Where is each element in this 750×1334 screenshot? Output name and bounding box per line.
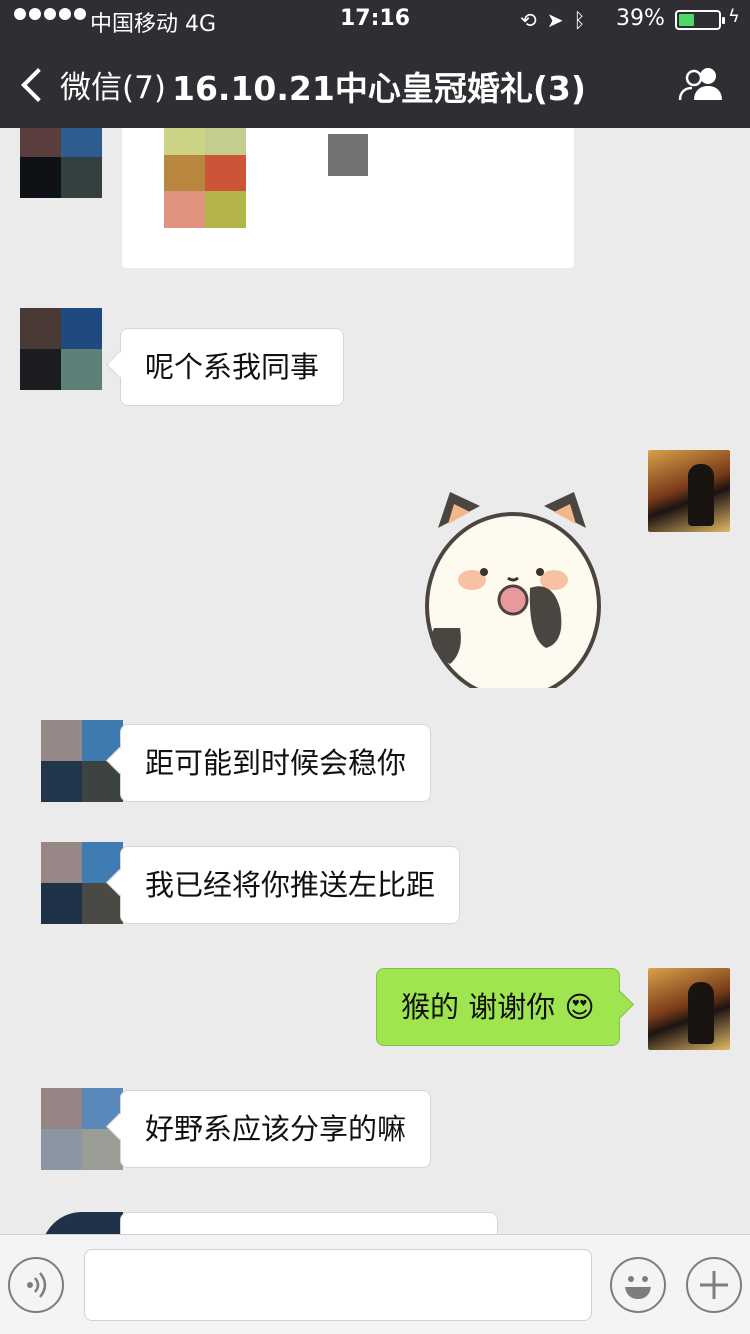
message-text: 猴的 谢谢你 xyxy=(401,990,556,1024)
my-avatar[interactable] xyxy=(648,968,730,1050)
message-input[interactable] xyxy=(84,1249,592,1321)
message-bubble-partial[interactable] xyxy=(120,1212,498,1234)
emoji-heart-eyes-icon: 😍 xyxy=(564,990,595,1024)
emoji-icon xyxy=(625,1276,651,1299)
add-button[interactable] xyxy=(686,1257,742,1313)
back-button[interactable]: 微信(7) xyxy=(18,62,166,107)
avatar[interactable] xyxy=(41,1212,123,1234)
status-bar: 中国移动 4G 17:16 ⟲ ➤ ᛒ 39% ϟ xyxy=(0,0,750,40)
message-bubble[interactable]: 好野系应该分享的嘛 xyxy=(120,1090,432,1168)
chat-area[interactable]: 呢个系我同事 距可能到时候会稳你 我已经将你推送左比距 猴的 谢谢你 😍 好野系… xyxy=(0,128,750,1234)
emoji-button[interactable] xyxy=(610,1257,666,1313)
input-bar xyxy=(0,1234,750,1334)
chat-title: 16.10.21中心皇冠婚礼(3) xyxy=(172,69,586,108)
panda-sticker[interactable] xyxy=(420,488,606,688)
avatar[interactable] xyxy=(20,308,102,390)
battery-percent: 39% xyxy=(616,6,665,31)
bluetooth-icon: ᛒ xyxy=(573,8,586,32)
message-bubble[interactable]: 距可能到时候会稳你 xyxy=(120,724,432,802)
location-icon: ➤ xyxy=(546,8,564,32)
voice-button[interactable] xyxy=(8,1257,64,1313)
message-bubble[interactable]: 我已经将你推送左比距 xyxy=(120,846,461,924)
battery-icon xyxy=(675,10,725,30)
chevron-left-icon xyxy=(21,67,55,102)
sent-message-bubble[interactable]: 猴的 谢谢你 😍 xyxy=(376,968,620,1046)
image-message[interactable] xyxy=(122,128,574,268)
message-bubble[interactable]: 呢个系我同事 xyxy=(120,328,345,406)
nav-bar: 微信(7) 16.10.21中心皇冠婚礼(3) xyxy=(0,40,750,128)
battery-fill xyxy=(679,14,694,26)
charging-icon: ϟ xyxy=(728,6,740,27)
image-thumbnail xyxy=(328,134,368,176)
my-avatar[interactable] xyxy=(648,450,730,532)
top-bar: 中国移动 4G 17:16 ⟲ ➤ ᛒ 39% ϟ 微信(7) 16.10.21… xyxy=(0,0,750,128)
rotation-lock-icon: ⟲ xyxy=(520,8,537,32)
back-label: 微信(7) xyxy=(60,70,166,106)
avatar[interactable] xyxy=(20,128,102,198)
plus-icon xyxy=(700,1271,728,1299)
image-preview xyxy=(164,128,246,228)
voice-icon xyxy=(27,1272,47,1298)
group-members-icon[interactable] xyxy=(676,66,728,102)
